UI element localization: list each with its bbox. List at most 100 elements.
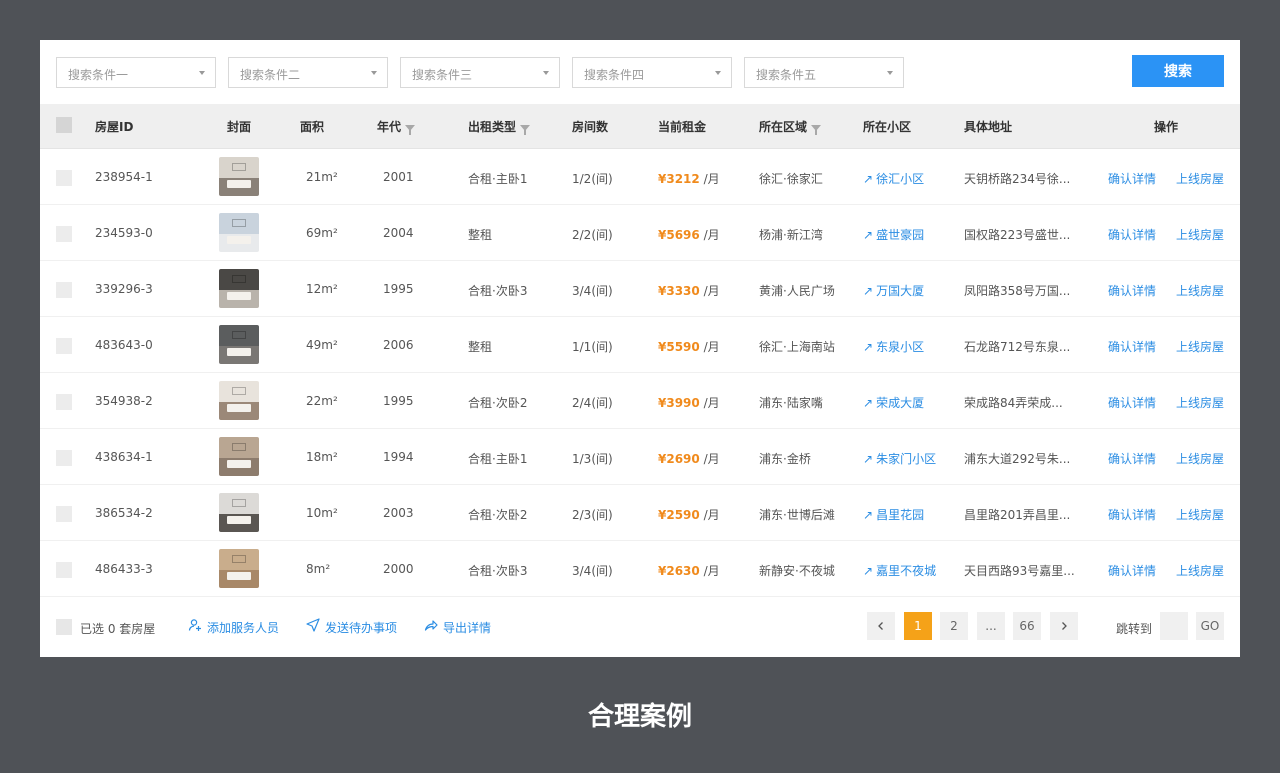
row-checkbox[interactable]	[56, 282, 72, 298]
column-header-community: 所在小区	[863, 118, 911, 135]
confirm-details-link[interactable]: 确认详情	[1108, 282, 1156, 299]
row-year: 2000	[383, 562, 414, 576]
publish-house-link[interactable]: 上线房屋	[1176, 338, 1224, 355]
row-district: 杨浦·新江湾	[759, 228, 823, 242]
page-button-last[interactable]: 66	[1013, 612, 1041, 640]
cover-thumbnail[interactable]	[219, 269, 259, 308]
row-checkbox[interactable]	[56, 338, 72, 354]
cover-thumbnail[interactable]	[219, 549, 259, 588]
row-district: 浦东·陆家嘴	[759, 396, 823, 410]
column-header-label: 封面	[227, 120, 252, 134]
row-type: 合租·主卧1	[468, 452, 528, 466]
column-header-label: 当前租金	[658, 120, 707, 134]
page-ellipsis[interactable]: ...	[977, 612, 1005, 640]
row-community-link[interactable]: ↗ 朱家门小区	[863, 450, 936, 467]
publish-house-link[interactable]: 上线房屋	[1176, 282, 1224, 299]
row-community-link[interactable]: ↗ 昌里花园	[863, 506, 924, 523]
row-community-link[interactable]: ↗ 徐汇小区	[863, 170, 924, 187]
row-community-link[interactable]: ↗ 荣成大厦	[863, 394, 924, 411]
cover-thumbnail[interactable]	[219, 325, 259, 364]
publish-house-link[interactable]: 上线房屋	[1176, 506, 1224, 523]
add-staff-button[interactable]: 添加服务人员	[188, 618, 279, 636]
row-district: 浦东·金桥	[759, 452, 811, 466]
publish-house-link[interactable]: 上线房屋	[1176, 450, 1224, 467]
row-community-link[interactable]: ↗ 嘉里不夜城	[863, 562, 936, 579]
publish-house-link[interactable]: 上线房屋	[1176, 170, 1224, 187]
filter-select-1[interactable]: 搜索条件一	[56, 57, 216, 88]
selected-count: 已选 0 套房屋	[80, 622, 156, 636]
community-name: 万国大厦	[876, 284, 925, 298]
cover-thumbnail[interactable]	[219, 381, 259, 420]
confirm-details-link[interactable]: 确认详情	[1108, 338, 1156, 355]
search-button[interactable]: 搜索	[1132, 55, 1224, 87]
confirm-details-link[interactable]: 确认详情	[1108, 170, 1156, 187]
next-page-button[interactable]	[1050, 612, 1078, 640]
cover-thumbnail[interactable]	[219, 437, 259, 476]
row-id: 234593-0	[95, 226, 153, 240]
row-type: 整租	[468, 340, 493, 354]
prev-page-button[interactable]	[867, 612, 895, 640]
column-header-year: 年代	[377, 118, 416, 135]
external-link-icon: ↗	[863, 396, 874, 410]
column-header-label: 出租类型	[468, 120, 517, 134]
row-district: 浦东·世博后滩	[759, 508, 835, 522]
export-button[interactable]: 导出详情	[424, 618, 491, 636]
publish-house-link[interactable]: 上线房屋	[1176, 562, 1224, 579]
table-row: 483643-0 49m² 2006 整租 1/1(间) 徐汇·上海南站 石龙路712号东泉…	[40, 317, 1240, 373]
publish-house-link[interactable]: 上线房屋	[1176, 394, 1224, 411]
confirm-details-link[interactable]: 确认详情	[1108, 394, 1156, 411]
column-header-label: 所在区域	[759, 120, 808, 134]
table-row: 386534-2 10m² 2003 合租·次卧2 2/3(间) 浦东·世博后滩 昌里路20…	[40, 485, 1240, 541]
filter-placeholder: 搜索条件四	[584, 68, 645, 82]
row-year: 2006	[383, 338, 414, 352]
jump-page-input[interactable]	[1160, 612, 1188, 640]
row-checkbox[interactable]	[56, 394, 72, 410]
row-type: 合租·次卧2	[468, 396, 528, 410]
row-district: 新静安·不夜城	[759, 564, 835, 578]
confirm-details-link[interactable]: 确认详情	[1108, 450, 1156, 467]
cover-bed	[227, 404, 251, 412]
confirm-details-link[interactable]: 确认详情	[1108, 506, 1156, 523]
select-all-footer-checkbox[interactable]	[56, 619, 72, 635]
row-type: 整租	[468, 228, 493, 242]
page-button-1[interactable]: 1	[904, 612, 932, 640]
row-checkbox[interactable]	[56, 450, 72, 466]
filter-bar: 搜索条件一 搜索条件二 搜索条件三 搜索条件四 搜索条件五 搜索	[40, 40, 1240, 104]
confirm-details-link[interactable]: 确认详情	[1108, 226, 1156, 243]
cover-thumbnail[interactable]	[219, 213, 259, 252]
column-header-label: 面积	[300, 120, 325, 134]
row-checkbox[interactable]	[56, 170, 72, 186]
filter-select-5[interactable]: 搜索条件五	[744, 57, 904, 88]
rent-amount: ¥5696	[658, 228, 700, 242]
cover-bed	[227, 180, 251, 188]
cover-frame	[232, 499, 246, 507]
page-button-2[interactable]: 2	[940, 612, 968, 640]
cover-frame	[232, 163, 246, 171]
cover-frame	[232, 555, 246, 563]
filter-funnel-icon[interactable]	[405, 124, 416, 135]
cover-thumbnail[interactable]	[219, 157, 259, 196]
cover-thumbnail[interactable]	[219, 493, 259, 532]
column-header-rent: 当前租金	[658, 118, 706, 135]
filter-funnel-icon[interactable]	[811, 124, 822, 135]
column-header-rooms: 房间数	[572, 118, 608, 135]
row-community-link[interactable]: ↗ 东泉小区	[863, 338, 924, 355]
filter-select-4[interactable]: 搜索条件四	[572, 57, 732, 88]
column-header-address: 具体地址	[964, 118, 1012, 135]
confirm-details-link[interactable]: 确认详情	[1108, 562, 1156, 579]
table-row: 438634-1 18m² 1994 合租·主卧1 1/3(间) 浦东·金桥 浦东大道292…	[40, 429, 1240, 485]
row-checkbox[interactable]	[56, 562, 72, 578]
row-community-link[interactable]: ↗ 万国大厦	[863, 282, 924, 299]
go-button[interactable]: GO	[1196, 612, 1224, 640]
select-all-checkbox[interactable]	[56, 117, 72, 133]
publish-house-link[interactable]: 上线房屋	[1176, 226, 1224, 243]
row-checkbox[interactable]	[56, 226, 72, 242]
filter-select-3[interactable]: 搜索条件三	[400, 57, 560, 88]
filter-funnel-icon[interactable]	[520, 124, 531, 135]
row-rent: ¥2690 /月	[658, 450, 720, 467]
send-todo-button[interactable]: 发送待办事项	[306, 618, 397, 636]
row-community-link[interactable]: ↗ 盛世豪园	[863, 226, 924, 243]
row-checkbox[interactable]	[56, 506, 72, 522]
cover-bed	[227, 292, 251, 300]
filter-select-2[interactable]: 搜索条件二	[228, 57, 388, 88]
